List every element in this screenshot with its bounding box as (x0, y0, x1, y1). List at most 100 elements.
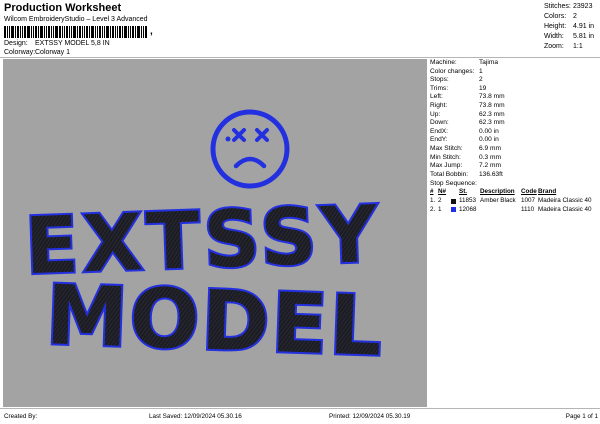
barcode-bar (145, 26, 147, 38)
info-value: Tajima (479, 59, 499, 66)
barcode-bar (53, 26, 54, 38)
info-row: Min Stitch: 0.3 mm (430, 154, 598, 163)
col-header: Code (521, 188, 537, 196)
barcode-bar (64, 26, 65, 38)
barcode-bar (7, 26, 8, 38)
sad-dizzy-face-icon (210, 109, 290, 189)
barcode-bar (128, 26, 129, 38)
col-header: # (430, 188, 434, 196)
stitch-count: 11853 (459, 196, 477, 204)
barcode-bar (20, 26, 21, 38)
barcode-bar (112, 26, 114, 38)
barcode-bar (115, 26, 116, 38)
barcode-bar (15, 26, 16, 38)
barcode-bar (110, 26, 111, 38)
info-value: 0.00 in (479, 127, 499, 135)
info-value: 0.3 mm (479, 153, 501, 161)
barcode-bar (79, 26, 81, 38)
stat-key: Stitches: (544, 3, 571, 10)
barcode-bar (35, 26, 37, 38)
col-header: St. (459, 188, 468, 196)
info-value: 73.8 mm (479, 101, 505, 109)
thread-brand: Madeira Classic 40 (538, 205, 592, 213)
barcode-bar (4, 26, 6, 38)
barcode-bar (135, 26, 136, 38)
thread-brand: Madeira Classic 40 (538, 196, 592, 204)
stop-sequence-header: # N# St. Description Code Brand (430, 188, 598, 197)
info-key: Min Stitch: (430, 153, 461, 161)
barcode-bar (97, 26, 98, 38)
info-key: Down: (430, 119, 449, 127)
design-art: EXTSSY MODEL (22, 109, 387, 377)
barcode-bar (9, 26, 10, 38)
software-name: Wilcom EmbroideryStudio – Level 3 Advanc… (4, 16, 148, 23)
barcode-bar (17, 26, 19, 38)
colorway-line: Colorway: Colorway 1 (4, 48, 424, 57)
table-row: 1. 2 11853 Amber Black 1007 Madeira Clas… (430, 197, 598, 206)
info-value: 73.8 mm (479, 93, 505, 101)
barcode-bar (130, 26, 131, 38)
row-number: 2. (430, 205, 436, 213)
info-key: Left: (430, 93, 443, 101)
design-stats: Stitches: 23923 Colors: 2 Height: 4.91 in W… (544, 2, 598, 52)
barcode-bar (73, 26, 76, 38)
barcode-bar (91, 26, 94, 38)
created-by: Created By: (4, 413, 38, 420)
footer-divider (0, 408, 600, 409)
stat-key: Height: (544, 23, 567, 30)
barcode-bar (117, 26, 118, 38)
barcode-bar (38, 26, 39, 38)
thread-description (480, 206, 521, 215)
table-row: 2. 1 12068 1110 Madeira Classic 40 (430, 206, 598, 215)
row-number: 1. (430, 196, 436, 204)
info-row: Max Jump: 7.2 mm (430, 162, 598, 171)
barcode-bar (137, 26, 140, 38)
info-key: Max Jump: (430, 162, 463, 170)
page-title: Production Worksheet (4, 2, 122, 14)
info-value: 136.63ft (479, 170, 503, 178)
color-swatch (451, 198, 456, 204)
barcode-bar (104, 26, 105, 38)
printed-date: Printed: 12/09/2024 05.30.19 (329, 413, 411, 420)
machine-info-list: Machine: Tajima Color changes: 1 Stops: 2 Trim… (430, 59, 598, 179)
design-line: Design: EXTSSY MODEL 5,8 IN (4, 39, 424, 48)
barcode-bar (99, 26, 101, 38)
swatch-cell (451, 197, 459, 206)
stat-row: Zoom: 1:1 (544, 42, 598, 52)
barcode-bar (132, 26, 134, 38)
stat-value: 5.81 in (573, 33, 595, 40)
stitch-count: 12068 (459, 205, 477, 213)
info-value: 2 (479, 76, 483, 84)
barcode-bar (11, 26, 14, 38)
stat-value: 1:1 (573, 43, 583, 50)
stat-row: Height: 4.91 in (544, 22, 598, 32)
barcode-bar (124, 26, 127, 38)
col-header: Description (480, 188, 515, 196)
thread-description: Amber Black (480, 196, 516, 204)
info-row: Up: 62.3 mm (430, 111, 598, 120)
barcode-bar (71, 26, 72, 38)
barcode-bar (40, 26, 43, 38)
barcode-bar (22, 26, 23, 38)
barcode-bar (59, 26, 61, 38)
stat-row: Width: 5.81 in (544, 32, 598, 42)
info-key: Machine: (430, 59, 457, 66)
thread-code: 1110 (521, 205, 535, 213)
barcode-bar (51, 26, 52, 38)
footer: Created By: Last Saved: 12/09/2024 05.30… (4, 411, 598, 422)
barcode-bar (82, 26, 83, 38)
stop-sequence-table: # N# St. Description Code Brand 1. 2 118… (430, 188, 598, 214)
info-row: Trims: 19 (430, 85, 598, 94)
swatch-cell (451, 206, 459, 215)
info-key: EndX: (430, 127, 448, 135)
stat-value: 2 (573, 13, 577, 20)
barcode-bar (44, 26, 45, 38)
worksheet-header: Production Worksheet Wilcom EmbroiderySt… (4, 2, 424, 58)
barcode-bar (95, 26, 96, 38)
needle-number: 1 (438, 205, 442, 213)
barcode-bar (122, 26, 123, 38)
info-row: Total Bobbin: 136.63ft (430, 171, 598, 180)
info-row: EndX: 0.00 in (430, 128, 598, 137)
design-label: Design: (4, 40, 28, 47)
info-value: 19 (479, 84, 487, 92)
